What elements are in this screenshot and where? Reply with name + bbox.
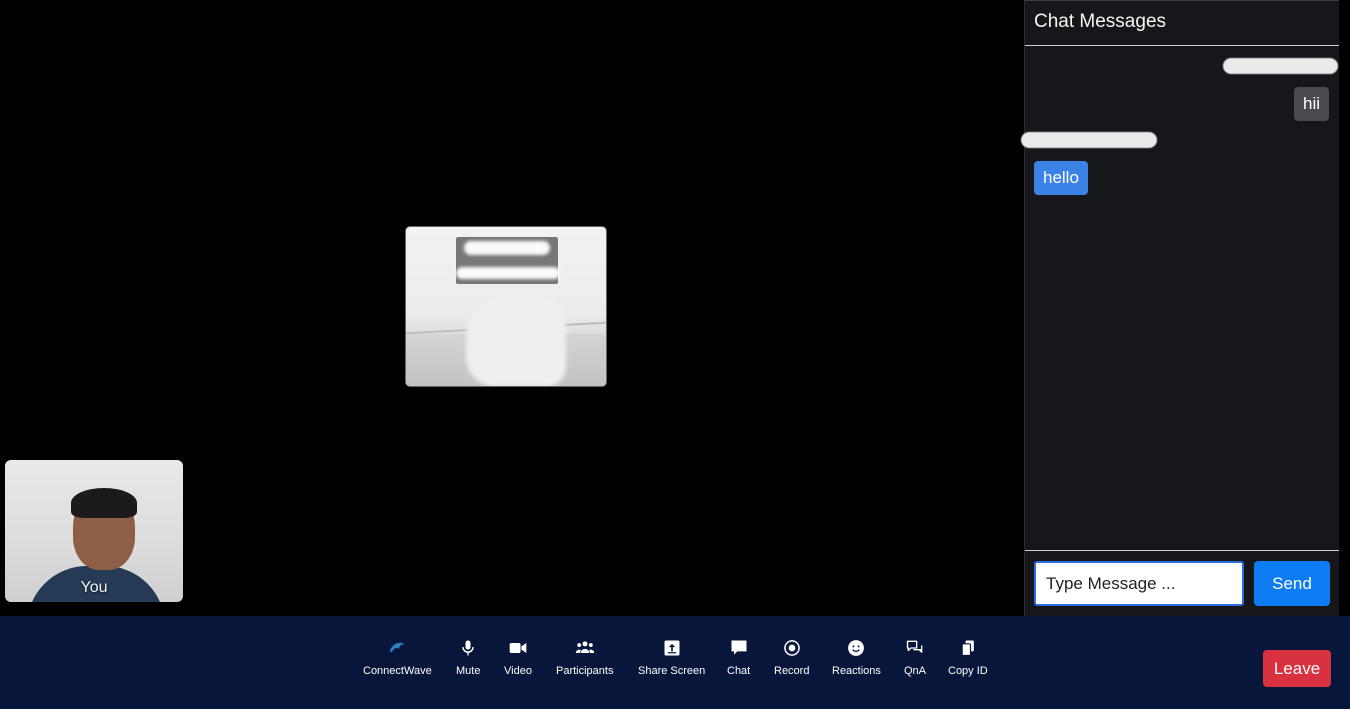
qna-chat-icon	[906, 640, 923, 653]
video-camera-icon	[509, 643, 527, 653]
chat-bubble-icon	[731, 640, 747, 655]
brand-logo: ConnectWave	[363, 638, 432, 677]
participants-button[interactable]: Participants	[556, 638, 613, 677]
record-icon	[783, 640, 800, 656]
leave-button[interactable]: Leave	[1263, 650, 1331, 687]
chat-message-sent: hii	[1293, 87, 1329, 121]
microphone-icon	[462, 640, 474, 656]
remote-participant-video[interactable]	[405, 226, 607, 387]
share-screen-icon	[664, 640, 680, 656]
redaction-mark	[464, 241, 550, 255]
share-screen-label: Share Screen	[638, 665, 706, 677]
qna-label: QnA	[904, 665, 927, 677]
chat-button[interactable]: Chat	[727, 638, 750, 677]
redaction-mark	[456, 267, 560, 279]
meeting-toolbar: ConnectWave Mute Video Participants Shar…	[0, 616, 1350, 709]
video-stage: You	[0, 0, 1024, 616]
mute-button[interactable]: Mute	[456, 638, 480, 677]
reactions-button[interactable]: Reactions	[832, 638, 881, 677]
mute-label: Mute	[456, 665, 481, 677]
record-label: Record	[774, 665, 810, 677]
smiley-icon	[848, 640, 865, 656]
remote-participant-name-redacted	[456, 237, 560, 284]
chat-message-received: hello	[1034, 161, 1088, 195]
participants-label: Participants	[556, 665, 614, 677]
record-button[interactable]: Record	[774, 638, 809, 677]
copy-icon	[961, 640, 974, 657]
chat-title: Chat Messages	[1025, 1, 1339, 46]
share-screen-button[interactable]: Share Screen	[638, 638, 705, 677]
self-video[interactable]: You	[5, 460, 183, 602]
chat-composer: Send	[1025, 550, 1339, 616]
remote-participant-redacted	[466, 295, 566, 386]
send-button[interactable]: Send	[1254, 561, 1330, 606]
chat-panel: Chat Messages hii hello Send	[1021, 0, 1339, 616]
message-sender-redacted	[1223, 58, 1338, 74]
self-video-label: You	[80, 579, 108, 596]
brand-name: ConnectWave	[363, 665, 432, 677]
people-icon	[575, 641, 594, 653]
copy-id-button[interactable]: Copy ID	[948, 638, 988, 677]
reactions-label: Reactions	[832, 665, 881, 677]
self-video-person-hair	[71, 488, 137, 518]
connectwave-logo-icon	[389, 642, 405, 653]
chat-label: Chat	[727, 665, 751, 677]
qna-button[interactable]: QnA	[904, 638, 926, 677]
message-input[interactable]	[1034, 561, 1244, 606]
video-label: Video	[504, 665, 532, 677]
video-button[interactable]: Video	[504, 638, 532, 677]
copy-id-label: Copy ID	[948, 665, 988, 677]
message-sender-redacted	[1021, 132, 1157, 148]
